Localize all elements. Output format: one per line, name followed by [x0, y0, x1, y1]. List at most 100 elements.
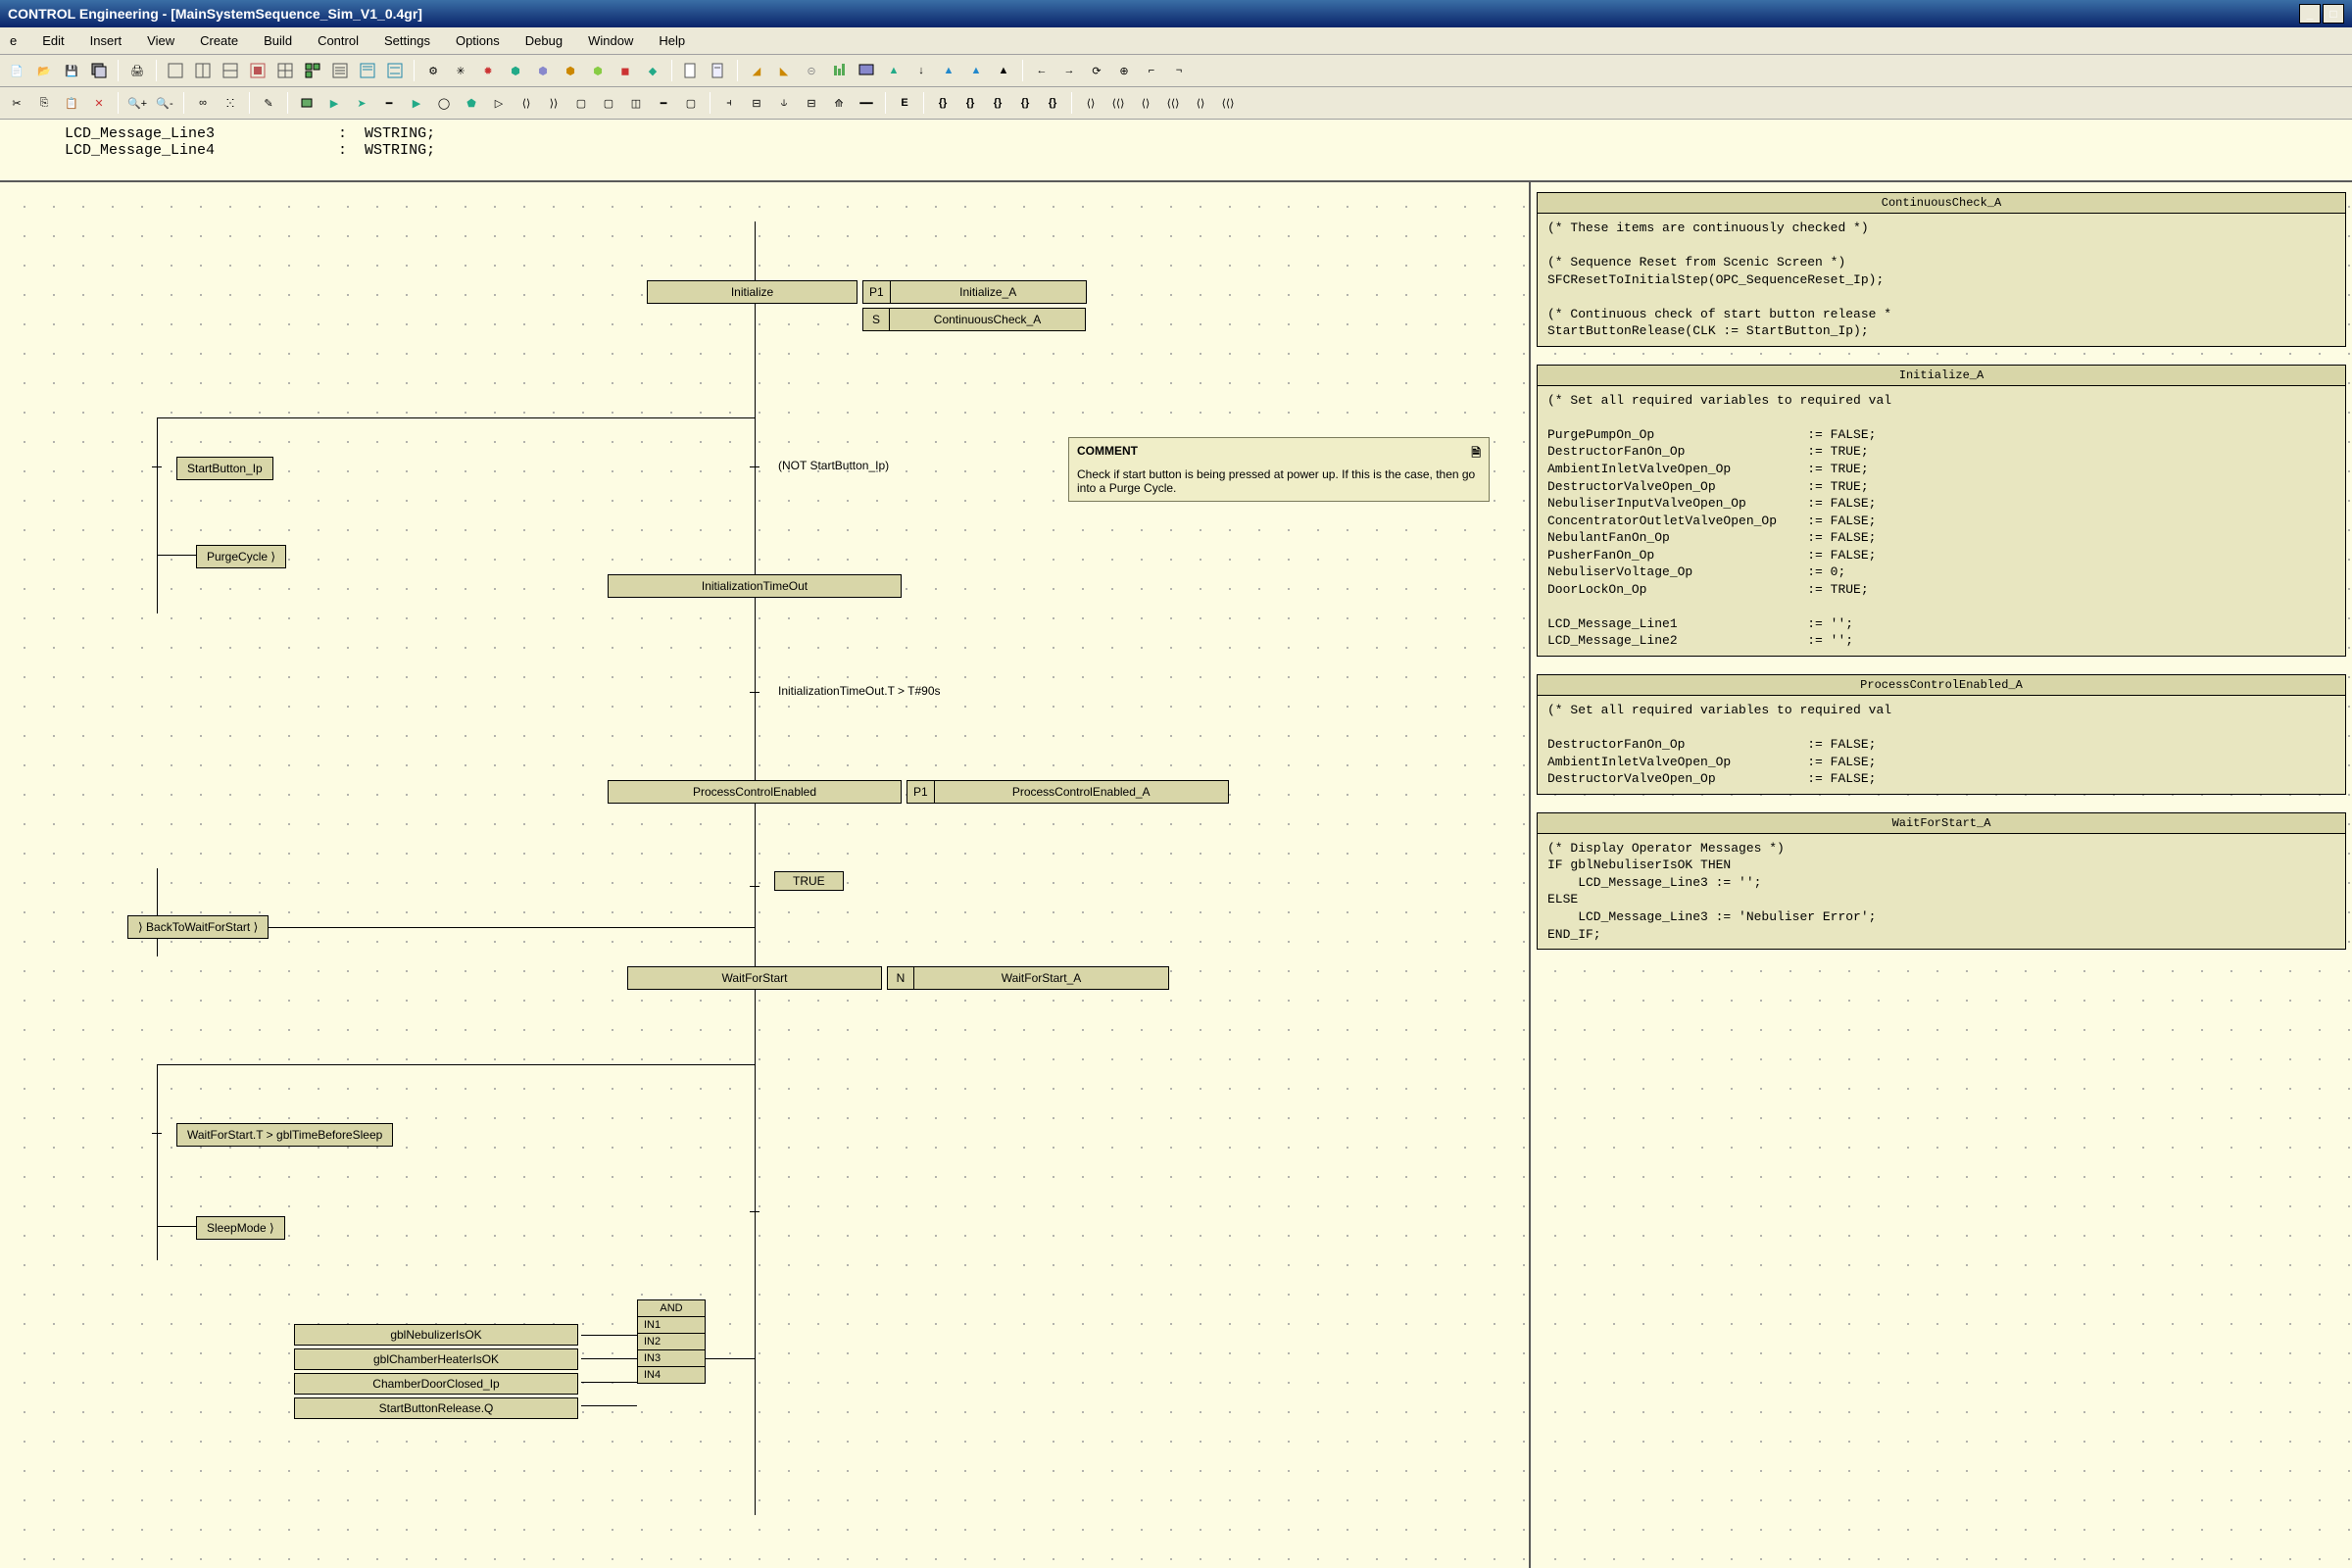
menu-settings[interactable]: Settings	[380, 31, 434, 50]
and-block[interactable]: AND IN1 IN2 IN3 IN4	[637, 1299, 706, 1384]
window1-icon[interactable]	[163, 58, 188, 83]
maximize-button[interactable]: □	[2323, 4, 2344, 24]
minimize-button[interactable]: _	[2299, 4, 2321, 24]
step-initialize[interactable]: Initialize	[647, 280, 858, 304]
paste-icon[interactable]: 📋	[59, 90, 84, 116]
tree1-icon[interactable]: ▲	[881, 58, 906, 83]
brace1-icon[interactable]: {}	[930, 90, 956, 116]
save-icon[interactable]: 💾	[59, 58, 84, 83]
brace5-icon[interactable]: {}	[1040, 90, 1065, 116]
box3-icon[interactable]: ◫	[623, 90, 649, 116]
zoom-out-icon[interactable]: 🔍-	[152, 90, 177, 116]
align4-icon[interactable]: ⊟	[799, 90, 824, 116]
sfc-canvas[interactable]: Initialize P1 Initialize_A S ContinuousC…	[0, 182, 1529, 1568]
transition-true[interactable]: TRUE	[774, 871, 844, 891]
menu-insert[interactable]: Insert	[86, 31, 126, 50]
zoom-in-icon[interactable]: 🔍+	[124, 90, 150, 116]
menu-help[interactable]: Help	[655, 31, 689, 50]
angle4-icon[interactable]: ⟨⟨⟩	[1160, 90, 1186, 116]
align6-icon[interactable]: ━━	[854, 90, 879, 116]
hex2-icon[interactable]: ⬢	[530, 58, 556, 83]
bracket1-icon[interactable]: ⟨⟩	[514, 90, 539, 116]
brace2-icon[interactable]: {}	[957, 90, 983, 116]
and-input-1[interactable]: gblNebulizerIsOK	[294, 1324, 578, 1346]
grid-icon[interactable]	[272, 58, 298, 83]
copy-icon[interactable]: ⎘	[31, 90, 57, 116]
code-block-continuouscheck[interactable]: ContinuousCheck_A (* These items are con…	[1537, 192, 2346, 347]
transition-waitforstart-sleep[interactable]: WaitForStart.T > gblTimeBeforeSleep	[176, 1123, 393, 1147]
hex4-icon[interactable]: ⬢	[585, 58, 611, 83]
back-icon[interactable]: ←	[1029, 58, 1054, 83]
box2-icon[interactable]: ▢	[596, 90, 621, 116]
transition-not-startbutton[interactable]: (NOT StartButton_Ip)	[774, 459, 893, 472]
bold-icon[interactable]: E	[892, 90, 917, 116]
print-icon[interactable]: 🖨	[124, 58, 150, 83]
step-process-control-enabled[interactable]: ProcessControlEnabled	[608, 780, 902, 804]
link1-icon[interactable]: ∞	[190, 90, 216, 116]
jump-sleepmode[interactable]: SleepMode	[196, 1216, 285, 1240]
forward-icon[interactable]: →	[1056, 58, 1082, 83]
code-block-waitforstart[interactable]: WaitForStart_A (* Display Operator Messa…	[1537, 812, 2346, 950]
menu-control[interactable]: Control	[314, 31, 363, 50]
doc2-icon[interactable]	[706, 58, 731, 83]
action-code-panel[interactable]: ContinuousCheck_A (* These items are con…	[1529, 182, 2352, 1568]
step-icon[interactable]	[294, 90, 319, 116]
tree4-icon[interactable]: ▲	[991, 58, 1016, 83]
refresh1-icon[interactable]: ⟳	[1084, 58, 1109, 83]
and-input-4[interactable]: StartButtonRelease.Q	[294, 1397, 578, 1419]
angle1-icon[interactable]: ⟨⟩	[1078, 90, 1103, 116]
box4-icon[interactable]: ▢	[678, 90, 704, 116]
circle-icon[interactable]: ◯	[431, 90, 457, 116]
action-initialize-row2[interactable]: S ContinuousCheck_A	[862, 308, 1086, 331]
menu-window[interactable]: Window	[584, 31, 637, 50]
hex1-icon[interactable]: ⬢	[503, 58, 528, 83]
menu-edit[interactable]: Edit	[38, 31, 68, 50]
angle3-icon[interactable]: ⟨⟩	[1133, 90, 1158, 116]
pencil-icon[interactable]: ✎	[256, 90, 281, 116]
screen-icon[interactable]	[854, 58, 879, 83]
stop-icon[interactable]: ◼	[612, 58, 638, 83]
doc1-icon[interactable]	[678, 58, 704, 83]
list2-icon[interactable]	[355, 58, 380, 83]
angle6-icon[interactable]: ⟨⟨⟩	[1215, 90, 1241, 116]
play2-icon[interactable]: ➤	[349, 90, 374, 116]
tile-icon[interactable]	[300, 58, 325, 83]
link2-icon[interactable]: ⵘ	[218, 90, 243, 116]
comment-box[interactable]: COMMENT🗎 Check if start button is being …	[1068, 437, 1490, 502]
menu-options[interactable]: Options	[452, 31, 504, 50]
menu-view[interactable]: View	[143, 31, 178, 50]
declarations-pane[interactable]: LCD_Message_Line3 : WSTRING; LCD_Message…	[0, 120, 2352, 182]
dash-icon[interactable]: ━	[376, 90, 402, 116]
corner2-icon[interactable]: ¬	[1166, 58, 1192, 83]
gear1-icon[interactable]: ⚙	[420, 58, 446, 83]
corner1-icon[interactable]: ⌐	[1139, 58, 1164, 83]
tree3-icon[interactable]: ▲	[963, 58, 989, 83]
list1-icon[interactable]	[327, 58, 353, 83]
window4-icon[interactable]	[245, 58, 270, 83]
jump-purgecycle[interactable]: PurgeCycle	[196, 545, 286, 568]
tri-icon[interactable]: ▷	[486, 90, 512, 116]
action-process-control-row[interactable]: P1 ProcessControlEnabled_A	[906, 780, 1229, 804]
new-icon[interactable]: 📄	[4, 58, 29, 83]
hex3-icon[interactable]: ⬢	[558, 58, 583, 83]
action-waitforstart-row[interactable]: N WaitForStart_A	[887, 966, 1169, 990]
box1-icon[interactable]: ▢	[568, 90, 594, 116]
action-initialize-row1[interactable]: P1 Initialize_A	[862, 280, 1087, 304]
and-input-3[interactable]: ChamberDoorClosed_Ip	[294, 1373, 578, 1395]
refresh2-icon[interactable]: ⊕	[1111, 58, 1137, 83]
transition-startbutton[interactable]: StartButton_Ip	[176, 457, 273, 480]
angle2-icon[interactable]: ⟨⟨⟩	[1105, 90, 1131, 116]
menu-debug[interactable]: Debug	[521, 31, 566, 50]
delete-icon[interactable]: ✕	[86, 90, 112, 116]
transition-inittimeout[interactable]: InitializationTimeOut.T > T#90s	[774, 684, 945, 698]
cyl-icon[interactable]: ⊝	[799, 58, 824, 83]
step-initialization-timeout[interactable]: InitializationTimeOut	[608, 574, 902, 598]
diamond-icon[interactable]: ◆	[640, 58, 665, 83]
angle5-icon[interactable]: ⟨⟩	[1188, 90, 1213, 116]
list3-icon[interactable]	[382, 58, 408, 83]
tree2-icon[interactable]: ▲	[936, 58, 961, 83]
poly-icon[interactable]: ⬟	[459, 90, 484, 116]
brace3-icon[interactable]: {}	[985, 90, 1010, 116]
code-block-initialize[interactable]: Initialize_A (* Set all required variabl…	[1537, 365, 2346, 657]
menu-file[interactable]: e	[6, 31, 21, 50]
